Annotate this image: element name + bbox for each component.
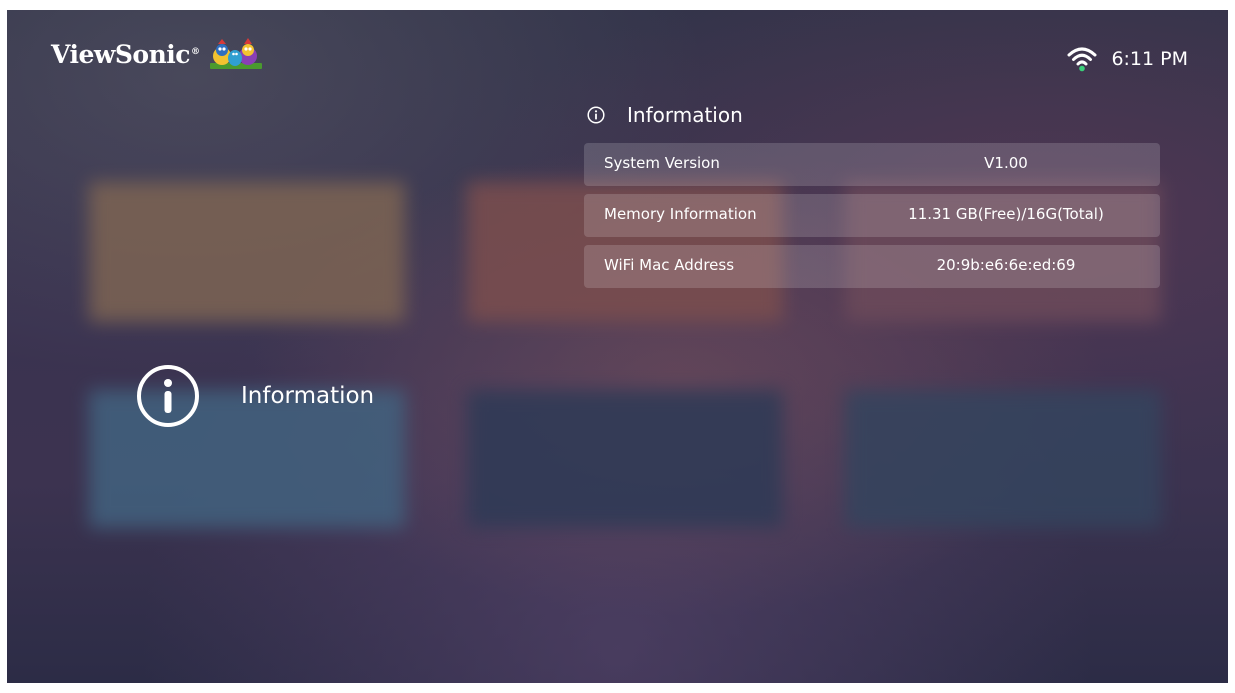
info-row-wifi-mac-address[interactable]: WiFi Mac Address 20:9b:e6:6e:ed:69 xyxy=(584,245,1160,288)
background-tile xyxy=(845,390,1161,528)
category-label: Information xyxy=(241,383,375,409)
row-value: V1.00 xyxy=(984,154,1028,172)
row-label: System Version xyxy=(604,154,720,172)
panel-title: Information xyxy=(627,103,743,127)
background-tile xyxy=(467,390,783,528)
row-value: 11.31 GB(Free)/16G(Total) xyxy=(908,205,1104,223)
registered-mark: ® xyxy=(191,47,200,57)
projector-screen: ViewSonic ® 6:11 PM Information Informat… xyxy=(7,10,1228,683)
brand-logo: ViewSonic ® xyxy=(51,36,264,72)
status-bar: 6:11 PM xyxy=(1067,46,1188,72)
info-list: System Version V1.00 Memory Information … xyxy=(584,143,1160,296)
row-label: WiFi Mac Address xyxy=(604,256,735,274)
category-information[interactable]: Information xyxy=(135,363,374,429)
info-circle-icon xyxy=(137,365,199,427)
wifi-icon xyxy=(1067,47,1097,72)
clock: 6:11 PM xyxy=(1111,48,1188,70)
viewsonic-birds-logo-icon xyxy=(209,38,262,69)
background-tile xyxy=(89,182,405,322)
info-row-system-version[interactable]: System Version V1.00 xyxy=(584,143,1160,186)
panel-header: Information xyxy=(587,103,743,127)
info-circle-icon xyxy=(587,106,605,124)
info-row-memory-information[interactable]: Memory Information 11.31 GB(Free)/16G(To… xyxy=(584,194,1160,237)
row-label: Memory Information xyxy=(604,205,757,223)
brand-name: ViewSonic xyxy=(51,39,191,69)
row-value: 20:9b:e6:6e:ed:69 xyxy=(936,256,1076,274)
